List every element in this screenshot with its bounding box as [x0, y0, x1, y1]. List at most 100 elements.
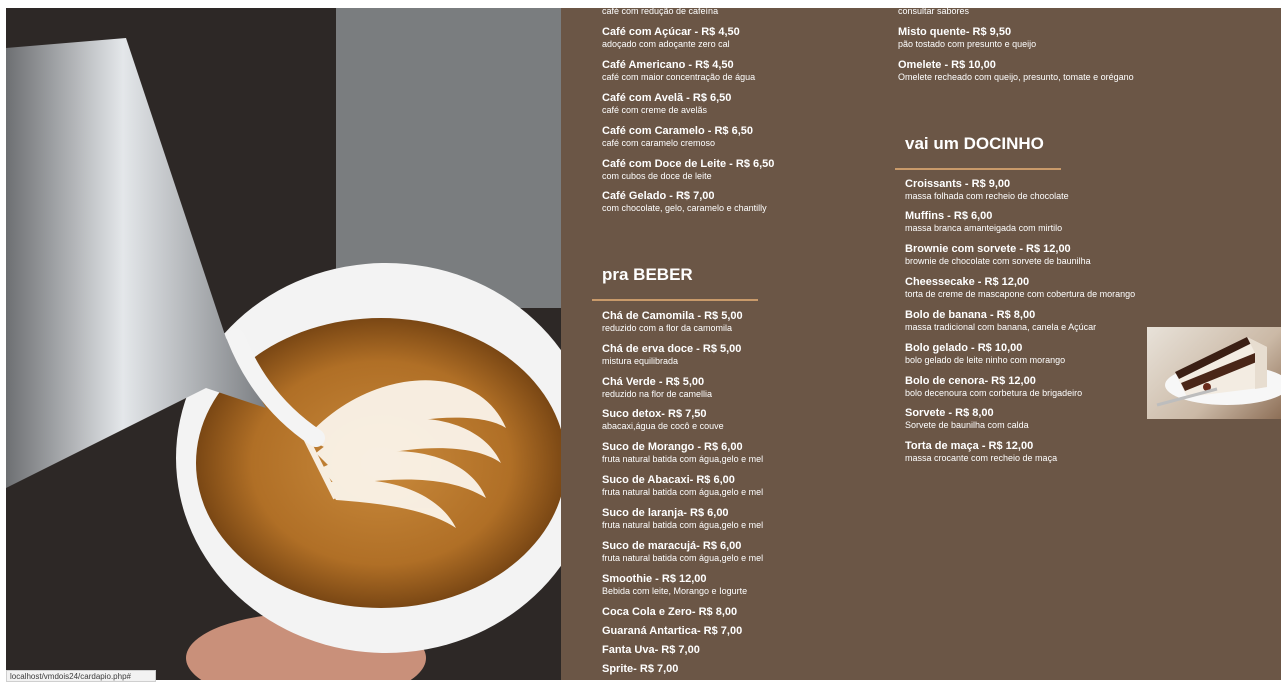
item-desc: mistura equilibrada: [602, 356, 679, 366]
menu-item-bolo-gelado: Bolo gelado - R$ 10,00 bolo gelado de le…: [905, 342, 1065, 366]
menu-item-croissants: Croissants - R$ 9,00 massa folhada com r…: [905, 178, 1069, 202]
item-name: Muffins - R$ 6,00: [905, 210, 993, 222]
menu-item-suco-detox: Suco detox- R$ 7,50 abacaxi,água de cocô…: [602, 408, 724, 432]
menu-item-misto-quente: Misto quente- R$ 9,50 pão tostado com pr…: [898, 26, 1036, 50]
menu-item-cafe-descafeinado: café com redução de cafeína: [602, 8, 718, 17]
menu-item-cafe-americano: Café Americano - R$ 4,50 café com maior …: [602, 59, 755, 83]
item-desc: Sorvete de baunilha com calda: [905, 420, 1029, 430]
menu-item-cafe-caramelo: Café com Caramelo - R$ 6,50 café com car…: [602, 125, 753, 149]
item-desc: bolo gelado de leite ninho com morango: [905, 355, 1066, 365]
item-desc: reduzido na flor de camellia: [602, 389, 713, 399]
menu-item-suco-abacaxi: Suco de Abacaxi- R$ 6,00 fruta natural b…: [602, 474, 763, 498]
item-desc: com chocolate, gelo, caramelo e chantill…: [602, 203, 767, 213]
item-desc: Bebida com leite, Morango e Iogurte: [602, 586, 748, 596]
menu-item-guarana: Guaraná Antartica- R$ 7,00: [602, 625, 742, 638]
menu-item-suco-maracuja: Suco de maracujá- R$ 6,00 fruta natural …: [602, 540, 763, 564]
item-name: Brownie com sorvete - R$ 12,00: [905, 243, 1071, 255]
item-name: Suco de Abacaxi- R$ 6,00: [602, 474, 735, 486]
item-name: Bolo gelado - R$ 10,00: [905, 342, 1023, 354]
item-desc: fruta natural batida com água,gelo e mel: [602, 454, 764, 464]
latte-art-photo: [6, 8, 561, 680]
item-desc: reduzido com a flor da camomila: [602, 323, 733, 333]
item-desc: Omelete recheado com queijo, presunto, t…: [898, 72, 1134, 82]
item-name: Café com Caramelo - R$ 6,50: [602, 125, 754, 137]
item-name: Bolo de banana - R$ 8,00: [905, 309, 1036, 321]
menu-item-bolo-banana: Bolo de banana - R$ 8,00 massa tradicion…: [905, 309, 1096, 333]
item-name: Sprite- R$ 7,00: [602, 663, 679, 675]
menu-item-suco-laranja: Suco de laranja- R$ 6,00 fruta natural b…: [602, 507, 763, 531]
menu-item-salgado-sabores: consultar sabores: [898, 8, 969, 17]
item-name: Café com Avelã - R$ 6,50: [602, 92, 732, 104]
status-bar-url: localhost/vmdois24/cardapio.php#: [6, 670, 156, 682]
item-desc: massa tradicional com banana, canela e A…: [905, 322, 1097, 332]
item-name: Café Gelado - R$ 7,00: [602, 190, 715, 202]
menu-item-muffins: Muffins - R$ 6,00 massa branca amanteiga…: [905, 210, 1062, 234]
item-name: Coca Cola e Zero- R$ 8,00: [602, 606, 738, 618]
item-desc: adoçado com adoçante zero cal: [602, 39, 730, 49]
menu-item-sprite: Sprite- R$ 7,00: [602, 663, 678, 676]
cake-slice-illustration: [1156, 337, 1281, 407]
item-desc: bolo decenoura com corbetura de brigadei…: [905, 388, 1083, 398]
menu-item-cha-erva-doce: Chá de erva doce - R$ 5,00 mistura equil…: [602, 343, 741, 367]
menu-item-torta-maca: Torta de maça - R$ 12,00 massa crocante …: [905, 440, 1057, 464]
menu-item-smoothie: Smoothie - R$ 12,00 Bebida com leite, Mo…: [602, 573, 747, 597]
latte-art-illustration: [6, 8, 561, 680]
item-name: Suco de laranja- R$ 6,00: [602, 507, 729, 519]
section-divider: [592, 299, 758, 301]
item-desc: fruta natural batida com água,gelo e mel: [602, 520, 764, 530]
item-name: Torta de maça - R$ 12,00: [905, 440, 1034, 452]
menu-item-cafe-avela: Café com Avelã - R$ 6,50 café com creme …: [602, 92, 731, 116]
item-desc: com cubos de doce de leite: [602, 171, 712, 181]
item-desc: café com redução de cafeína: [602, 8, 719, 16]
item-desc: torta de creme de mascapone com cobertur…: [905, 289, 1136, 299]
menu-item-cha-verde: Chá Verde - R$ 5,00 reduzido na flor de …: [602, 376, 712, 400]
item-desc: massa crocante com recheio de maça: [905, 453, 1058, 463]
item-name: Cheessecake - R$ 12,00: [905, 276, 1030, 288]
item-desc: consultar sabores: [898, 8, 970, 16]
menu-item-coca-cola: Coca Cola e Zero- R$ 8,00: [602, 606, 737, 619]
item-desc: fruta natural batida com água,gelo e mel: [602, 487, 764, 497]
item-name: Sorvete - R$ 8,00: [905, 407, 994, 419]
item-desc: café com maior concentração de água: [602, 72, 756, 82]
section-title-docinho: vai um DOCINHO: [905, 134, 1044, 153]
menu-item-cheesecake: Cheessecake - R$ 12,00 torta de creme de…: [905, 276, 1135, 300]
item-desc: pão tostado com presunto e queijo: [898, 39, 1037, 49]
item-name: Chá Verde - R$ 5,00: [602, 376, 705, 388]
menu-panel: café com redução de cafeína Café com Açú…: [561, 8, 1281, 680]
item-name: Misto quente- R$ 9,50: [898, 26, 1012, 38]
menu-item-fanta-uva: Fanta Uva- R$ 7,00: [602, 644, 700, 657]
menu-item-cha-camomila: Chá de Camomila - R$ 5,00 reduzido com a…: [602, 310, 743, 334]
item-desc: massa branca amanteigada com mirtilo: [905, 223, 1063, 233]
item-name: Suco de Morango - R$ 6,00: [602, 441, 743, 453]
item-desc: massa folhada com recheio de chocolate: [905, 191, 1069, 201]
menu-item-bolo-cenoura: Bolo de cenora- R$ 12,00 bolo decenoura …: [905, 375, 1082, 399]
section-divider: [895, 168, 1061, 170]
item-name: Chá de erva doce - R$ 5,00: [602, 343, 742, 355]
item-desc: brownie de chocolate com sorvete de baun…: [905, 256, 1091, 266]
item-name: Omelete - R$ 10,00: [898, 59, 996, 71]
item-name: Café Americano - R$ 4,50: [602, 59, 734, 71]
item-name: Bolo de cenora- R$ 12,00: [905, 375, 1036, 387]
item-name: Croissants - R$ 9,00: [905, 178, 1011, 190]
item-name: Suco de maracujá- R$ 6,00: [602, 540, 742, 552]
menu-item-brownie: Brownie com sorvete - R$ 12,00 brownie d…: [905, 243, 1091, 267]
item-name: Chá de Camomila - R$ 5,00: [602, 310, 743, 322]
menu-item-suco-morango: Suco de Morango - R$ 6,00 fruta natural …: [602, 441, 763, 465]
item-desc: café com caramelo cremoso: [602, 138, 716, 148]
cake-slice-photo: [1147, 327, 1281, 419]
menu-item-omelete: Omelete - R$ 10,00 Omelete recheado com …: [898, 59, 1134, 83]
menu-item-cafe-doce-leite: Café com Doce de Leite - R$ 6,50 com cub…: [602, 158, 774, 182]
item-name: Café com Açúcar - R$ 4,50: [602, 26, 740, 38]
item-desc: abacaxi,água de cocô e couve: [602, 421, 724, 431]
item-desc: fruta natural batida com água,gelo e mel: [602, 553, 764, 563]
section-title-beber: pra BEBER: [602, 265, 693, 284]
item-name: Suco detox- R$ 7,50: [602, 408, 707, 420]
menu-item-cafe-gelado: Café Gelado - R$ 7,00 com chocolate, gel…: [602, 190, 767, 214]
item-desc: café com creme de avelãs: [602, 105, 708, 115]
item-name: Smoothie - R$ 12,00: [602, 573, 707, 585]
item-name: Fanta Uva- R$ 7,00: [602, 644, 700, 656]
menu-item-sorvete: Sorvete - R$ 8,00 Sorvete de baunilha co…: [905, 407, 1029, 431]
item-name: Café com Doce de Leite - R$ 6,50: [602, 158, 775, 170]
item-name: Guaraná Antartica- R$ 7,00: [602, 625, 743, 637]
menu-item-cafe-acucar: Café com Açúcar - R$ 4,50 adoçado com ad…: [602, 26, 740, 50]
